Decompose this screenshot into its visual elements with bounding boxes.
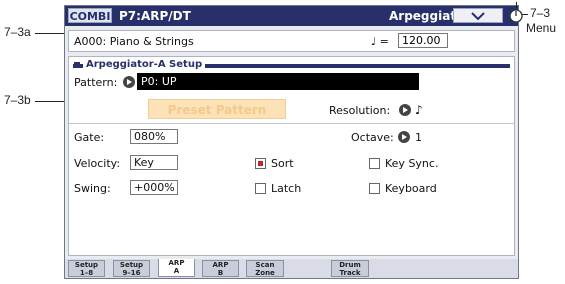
swing-label: Swing:: [74, 182, 111, 195]
latch-checkbox[interactable]: [255, 183, 266, 194]
tab-line1: Setup: [119, 261, 144, 269]
section-marker: [74, 62, 80, 68]
page-tab-bar: Setup 1–8 Setup 9–16 ARP A ARP B Scan Zone Dr…: [65, 259, 518, 278]
gate-label: Gate:: [74, 131, 105, 144]
velocity-label: Velocity:: [74, 157, 121, 170]
callout-7-3a: 7–3a: [4, 25, 31, 39]
key-sync-checkbox[interactable]: [369, 158, 380, 169]
tempo-field[interactable]: 120.00: [398, 33, 448, 48]
knob-icon: [509, 9, 523, 23]
resolution-value[interactable]: ♪: [415, 103, 423, 117]
resolution-label: Resolution:: [329, 104, 391, 117]
keyboard-label: Keyboard: [385, 182, 437, 195]
tab-line2: Zone: [255, 269, 275, 277]
mode-indicator: COMBI: [68, 8, 112, 23]
key-sync-label: Key Sync.: [385, 157, 439, 170]
chevron-down-icon: [471, 12, 485, 21]
page-menu-button[interactable]: [453, 8, 503, 23]
sort-label: Sort: [271, 157, 294, 170]
arpeggiator-setup-panel: Arpeggiator-A Setup Pattern: P0: UP Pres…: [68, 56, 515, 256]
tab-scan-zone[interactable]: Scan Zone: [246, 260, 284, 277]
tab-arp-b[interactable]: ARP B: [202, 260, 239, 277]
section-header: Arpeggiator-A Setup: [73, 59, 510, 71]
tab-line2: 1–8: [79, 269, 94, 277]
tab-line1: ARP: [168, 259, 185, 267]
swing-field[interactable]: +000%: [130, 180, 178, 195]
latch-label: Latch: [271, 182, 302, 195]
preset-pattern-button[interactable]: Preset Pattern: [148, 99, 286, 119]
tab-line2: B: [217, 269, 224, 277]
octave-label: Octave:: [351, 131, 394, 144]
gate-field[interactable]: 080%: [130, 129, 178, 144]
tab-arp-a[interactable]: ARP A: [158, 259, 195, 277]
tempo-label: ♩ =: [371, 35, 389, 48]
tab-line2: Track: [339, 269, 361, 277]
callout-7-3a-line: [35, 33, 65, 34]
octave-select-icon[interactable]: [398, 131, 410, 143]
pattern-label: Pattern:: [74, 76, 118, 89]
tab-drum-track[interactable]: Drum Track: [331, 260, 369, 277]
pattern-select-icon[interactable]: [123, 76, 135, 88]
program-name[interactable]: A000: Piano & Strings: [74, 35, 194, 48]
tab-line2: A: [173, 267, 180, 275]
tab-line1: Scan: [255, 261, 275, 269]
page-title: P7:ARP/DT: [119, 9, 191, 23]
pattern-field[interactable]: P0: UP: [137, 73, 419, 90]
tab-setup-1-8[interactable]: Setup 1–8: [68, 260, 105, 277]
callout-7-3b-line: [35, 101, 65, 102]
tab-setup-9-16[interactable]: Setup 9–16: [113, 260, 150, 277]
divider: [69, 123, 514, 124]
resolution-select-icon[interactable]: [399, 104, 411, 116]
sort-checkbox[interactable]: [255, 158, 266, 169]
callout-7-3b: 7–3b: [4, 93, 31, 107]
velocity-field[interactable]: Key: [130, 155, 178, 170]
callout-menu: Menu: [526, 21, 557, 35]
callout-menu-line: [516, 2, 517, 8]
section-title: Arpeggiator-A Setup: [83, 59, 206, 71]
tab-line1: ARP: [212, 261, 229, 269]
tab-line2: 9–16: [122, 269, 141, 277]
device-screen: COMBI P7:ARP/DT Arpeggiator A A000: Pian…: [64, 5, 519, 279]
title-bar: COMBI P7:ARP/DT Arpeggiator A: [65, 6, 518, 26]
tab-line1: Drum: [339, 261, 361, 269]
tab-line1: Setup: [74, 261, 99, 269]
program-row: A000: Piano & Strings ♩ = 120.00: [68, 30, 515, 52]
octave-value[interactable]: 1: [415, 131, 422, 144]
keyboard-checkbox[interactable]: [369, 183, 380, 194]
callout-7-3: 7–3: [530, 6, 551, 20]
